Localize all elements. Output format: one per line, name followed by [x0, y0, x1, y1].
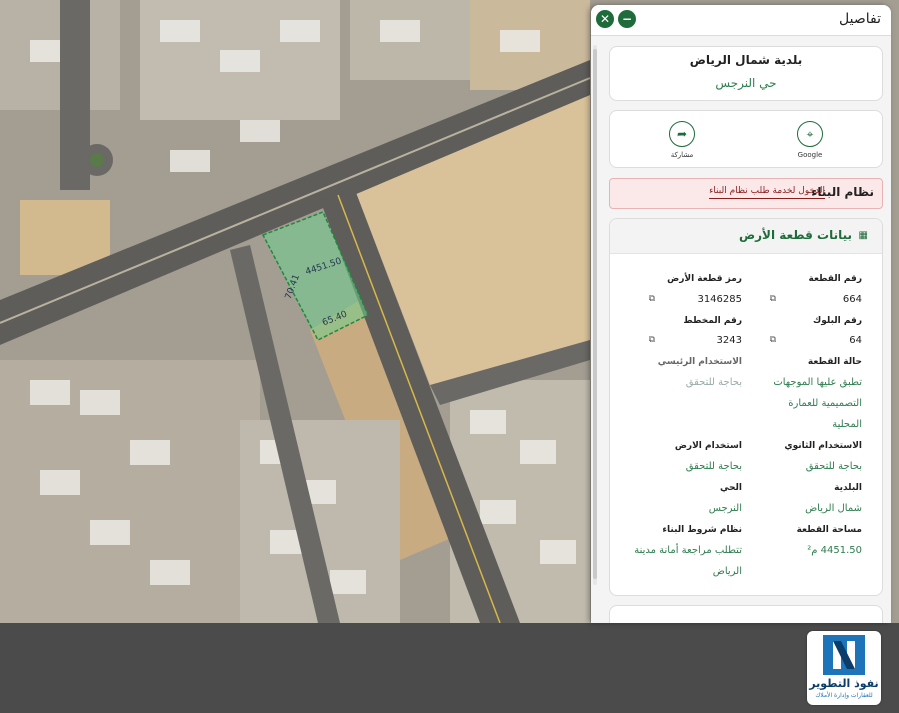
google-label: Google	[797, 151, 823, 159]
district-value: النرجس	[708, 503, 742, 514]
plot-status-line3: المحلية	[832, 419, 862, 430]
share-button[interactable]: ➦ مشاركة	[652, 121, 712, 159]
copy-icon[interactable]: ⧉	[649, 335, 655, 345]
secondary-use-value: بحاجة للتحقق	[805, 461, 862, 472]
plan-value: 3243	[716, 335, 742, 346]
panel-scrollbar-thumb[interactable]	[593, 49, 597, 579]
copy-icon[interactable]: ⧉	[770, 294, 776, 304]
land-data-header: ▦ بيانات قطعة الأرض	[610, 219, 882, 254]
plan-label: رقم المخطط	[683, 316, 742, 326]
land-data-card: ▦ بيانات قطعة الأرض رقم القطعة رمز قطعة …	[609, 218, 883, 596]
share-label: مشاركة	[670, 151, 694, 159]
land-code-label: رمز قطعة الأرض	[667, 274, 742, 284]
plot-status-line1: تطبق عليها الموجهات	[773, 377, 862, 388]
close-icon: ✕	[599, 12, 611, 26]
district-label: الحي	[719, 483, 742, 493]
close-button[interactable]: ✕	[596, 10, 614, 28]
logo-mark-icon	[823, 635, 865, 675]
land-use-label: استخدام الارض	[674, 441, 742, 451]
share-card: ⌖ Google ➦ مشاركة	[609, 110, 883, 168]
location-card: بلدية شمال الرياض حي النرجس	[609, 46, 883, 101]
secondary-use-label: الاستخدام الثانوي	[784, 441, 862, 451]
next-card	[609, 605, 883, 623]
bottom-bar	[0, 623, 899, 713]
building-system-link[interactable]: الدخول لخدمة طلب نظام البناء	[709, 186, 825, 199]
plot-number-label: رقم القطعة	[808, 274, 862, 284]
building-conditions-line2: الرياض	[712, 566, 742, 577]
plot-number-value: 664	[842, 294, 862, 305]
logo-title: نفوذ التطوير	[809, 677, 879, 690]
building-system-card: نظام البناء الدخول لخدمة طلب نظام البناء	[609, 178, 883, 209]
plot-area-value: 4451.50 م²	[807, 545, 862, 556]
plot-status-line2: التصميمية للعمارة	[788, 398, 862, 409]
panel-title: تفاصيل	[839, 11, 881, 27]
land-data-title: بيانات قطعة الأرض	[738, 228, 852, 242]
minimize-button[interactable]: −	[618, 10, 636, 28]
details-panel: تفاصيل − ✕ بلدية شمال الرياض حي النرجس ⌖…	[591, 5, 891, 623]
copy-icon[interactable]: ⧉	[649, 294, 655, 304]
logo-subtitle: للعقارات وإدارة الأملاك	[815, 692, 873, 699]
main-use-label: الاستخدام الرئيسي	[657, 357, 742, 367]
municipality-value: شمال الرياض	[805, 503, 862, 514]
district-name: حي النرجس	[715, 76, 777, 90]
map-icon: ▦	[858, 230, 868, 241]
plot-status-label: حالة القطعة	[807, 357, 862, 367]
land-code-value: 3146285	[697, 294, 742, 305]
plot-area-label: مساحة القطعة	[796, 525, 862, 535]
municipality-label: البلدية	[834, 483, 862, 493]
municipality-name: بلدية شمال الرياض	[689, 53, 803, 67]
panel-header: تفاصيل − ✕	[591, 5, 891, 36]
copy-icon[interactable]: ⧉	[770, 335, 776, 345]
building-conditions-line1: تتطلب مراجعة أمانة مدينة	[634, 545, 742, 556]
google-maps-button[interactable]: ⌖ Google	[780, 121, 840, 159]
share-icon: ➦	[669, 121, 695, 147]
land-use-value: بحاجة للتحقق	[685, 461, 742, 472]
block-value: 64	[849, 335, 862, 346]
google-maps-icon: ⌖	[797, 121, 823, 147]
company-logo: نفوذ التطوير للعقارات وإدارة الأملاك	[807, 631, 881, 705]
building-conditions-label: نظام شروط البناء	[662, 525, 742, 535]
minus-icon: −	[621, 12, 633, 26]
main-use-value: بحاجة للتحقق	[685, 377, 742, 388]
block-label: رقم البلوك	[813, 316, 862, 326]
